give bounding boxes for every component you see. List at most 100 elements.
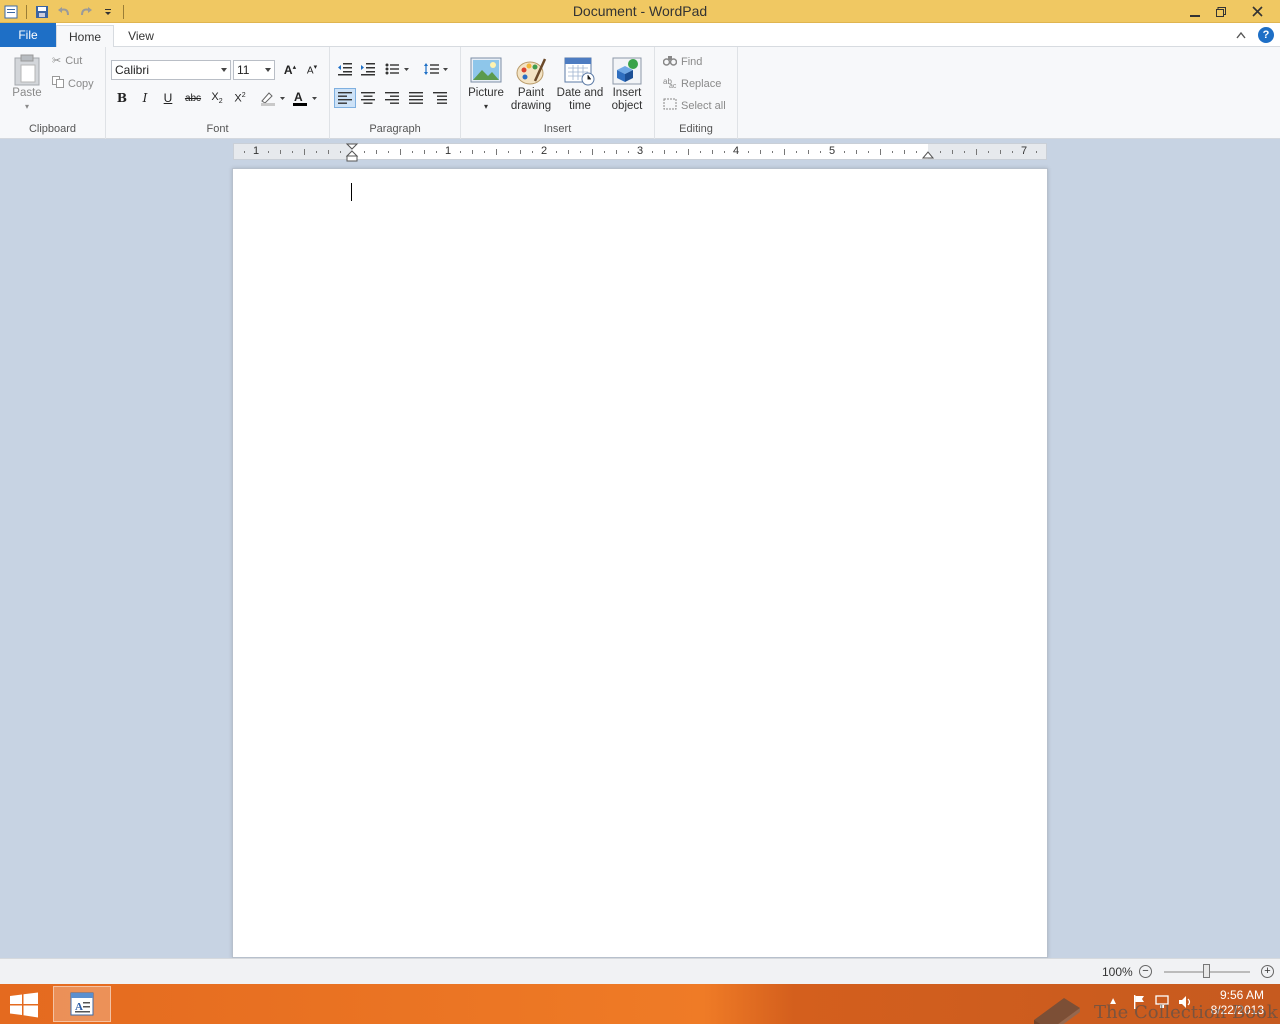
start-button[interactable] — [8, 992, 40, 1018]
date-time-button[interactable]: Date and time — [556, 55, 604, 113]
replace-button[interactable]: ab ac Replace — [663, 76, 721, 91]
replace-label: Replace — [681, 77, 722, 90]
bullet-list-icon — [385, 63, 409, 75]
document-page[interactable] — [232, 168, 1048, 958]
paste-icon — [14, 54, 40, 86]
date-label-line1: Date and — [556, 87, 604, 99]
paint-palette-icon — [516, 58, 547, 85]
select-all-button[interactable]: Select all — [663, 98, 726, 113]
paint-drawing-button[interactable]: Paint drawing — [508, 55, 554, 113]
picture-label: Picture — [468, 87, 504, 99]
paste-dropdown-icon: ▾ — [24, 102, 29, 111]
subscript-icon: X2 — [211, 90, 223, 106]
taskbar-wordpad-button[interactable]: A — [53, 986, 111, 1022]
scissors-icon: ✂ — [52, 55, 62, 67]
italic-button[interactable]: I — [134, 88, 156, 108]
zoom-slider-thumb[interactable] — [1203, 964, 1210, 978]
object-label-line1: Insert — [612, 87, 642, 99]
cut-label: Cut — [65, 54, 83, 67]
ruler[interactable]: 1 1 2 3 4 5 7 — [233, 143, 1047, 163]
window-title: Document - WordPad — [572, 3, 708, 19]
indent-marker-icon[interactable] — [346, 143, 360, 163]
find-button[interactable]: Find — [662, 54, 702, 69]
shrink-font-button[interactable]: A▾ — [301, 60, 323, 80]
bold-button[interactable]: B — [111, 88, 133, 108]
zoom-in-button[interactable]: + — [1261, 965, 1274, 978]
window-controls — [1182, 0, 1280, 23]
tab-view[interactable]: View — [118, 25, 164, 47]
align-left-icon — [338, 92, 352, 104]
paragraph-group-label: Paragraph — [369, 123, 421, 135]
cut-button[interactable]: ✂ Cut — [52, 54, 83, 68]
title-bar: Document - WordPad — [0, 0, 1280, 23]
zoom-out-button[interactable]: − — [1139, 965, 1152, 978]
highlighter-icon — [261, 92, 285, 106]
right-indent-marker-icon[interactable] — [922, 149, 934, 159]
svg-text:A: A — [294, 90, 303, 104]
superscript-button[interactable]: X2 — [229, 88, 251, 108]
insert-group: Picture ▾ Paint drawing Date and time In… — [461, 47, 655, 139]
align-left-button[interactable] — [334, 88, 356, 108]
shrink-font-icon: A▾ — [306, 64, 318, 77]
editing-group-label: Editing — [679, 123, 713, 135]
binoculars-icon — [662, 54, 678, 69]
picture-icon — [470, 57, 502, 83]
svg-text:ac: ac — [669, 83, 677, 88]
font-color-icon: A — [293, 90, 317, 106]
select-all-label: Select all — [681, 99, 726, 112]
insert-object-button[interactable]: Insert object — [606, 55, 648, 113]
select-all-icon — [663, 98, 677, 113]
font-size-value: 11 — [237, 63, 250, 77]
help-icon[interactable]: ? — [1258, 27, 1274, 43]
minimize-button[interactable] — [1182, 0, 1208, 23]
zoom-level: 100% — [1102, 965, 1133, 979]
wordpad-icon: A — [70, 992, 94, 1016]
font-size-combo[interactable]: 11 — [233, 60, 275, 80]
align-right-icon — [385, 92, 399, 104]
line-spacing-button[interactable] — [422, 59, 452, 79]
status-bar: 100% − + — [0, 958, 1280, 984]
strikethrough-button[interactable]: abc — [182, 88, 204, 108]
object-label-line2: object — [611, 100, 643, 112]
copy-button[interactable]: Copy — [52, 76, 94, 91]
align-right-button[interactable] — [381, 88, 403, 108]
paste-button[interactable]: Paste ▾ — [9, 53, 45, 113]
picture-dropdown-icon: ▾ — [483, 102, 488, 111]
line-spacing-icon — [424, 63, 448, 75]
bold-icon: B — [116, 91, 128, 105]
editing-group: Find ab ac Replace Select all Editing — [655, 47, 738, 139]
increase-indent-icon — [361, 63, 375, 76]
copy-icon — [52, 76, 64, 91]
grow-font-button[interactable]: A▴ — [279, 60, 301, 80]
font-group-label: Font — [206, 123, 229, 135]
decrease-indent-button[interactable] — [334, 59, 356, 79]
highlight-color-button[interactable] — [258, 88, 288, 108]
underline-button[interactable]: U — [157, 88, 179, 108]
align-center-button[interactable] — [357, 88, 379, 108]
restore-button[interactable] — [1208, 0, 1234, 23]
strikethrough-icon: abc — [184, 92, 202, 104]
clipboard-group: Paste ▾ ✂ Cut Copy Clipboard — [0, 47, 106, 139]
close-button[interactable] — [1234, 0, 1280, 23]
ribbon-tab-row: File Home View ? — [0, 23, 1280, 48]
minimize-ribbon-icon[interactable] — [1236, 28, 1246, 42]
italic-icon: I — [142, 91, 148, 105]
paint-label-line1: Paint — [517, 87, 545, 99]
bullet-list-button[interactable] — [382, 59, 414, 79]
tab-file[interactable]: File — [0, 23, 56, 47]
superscript-icon: X2 — [234, 91, 246, 105]
paragraph-settings-button[interactable] — [429, 88, 451, 108]
subscript-button[interactable]: X2 — [206, 88, 228, 108]
insert-picture-button[interactable]: Picture ▾ — [466, 55, 506, 113]
paragraph-group: Paragraph — [330, 47, 461, 139]
date-label-line2: time — [569, 100, 591, 112]
font-color-button[interactable]: A — [290, 88, 320, 108]
tab-home[interactable]: Home — [56, 25, 114, 48]
paint-label-line2: drawing — [510, 100, 552, 112]
font-family-combo[interactable]: Calibri — [111, 60, 231, 80]
decrease-indent-icon — [338, 63, 352, 76]
ribbon: Paste ▾ ✂ Cut Copy Clipboard Calibri 11 … — [0, 47, 1280, 139]
windows-logo-icon — [10, 992, 38, 1018]
justify-button[interactable] — [405, 88, 427, 108]
increase-indent-button[interactable] — [357, 59, 379, 79]
